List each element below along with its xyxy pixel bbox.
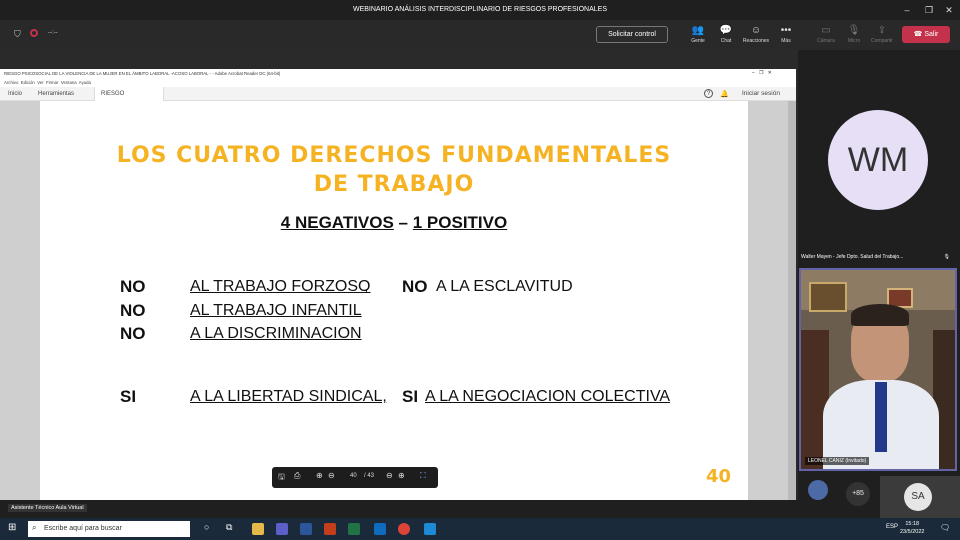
chat-button[interactable]: 💬 Chat bbox=[710, 24, 742, 44]
menu-ventana[interactable]: Ventana bbox=[61, 80, 77, 85]
menu-edicion[interactable]: Edición bbox=[21, 80, 35, 85]
slide-subtitle: 4 NEGATIVOS – 1 POSITIVO bbox=[280, 213, 508, 232]
word-icon[interactable] bbox=[300, 523, 312, 535]
slide-number: 40 bbox=[706, 466, 732, 487]
more-participants-badge[interactable]: +85 bbox=[846, 482, 870, 506]
mic-off-icon: 🎙 bbox=[943, 254, 950, 260]
participant-tile: SA bbox=[880, 476, 960, 518]
assistant-label: Asistente Técnico Aula Virtual bbox=[8, 504, 87, 512]
minimize-icon[interactable]: – bbox=[896, 0, 918, 20]
windows-start-icon[interactable]: ⊞ bbox=[8, 522, 16, 533]
prev-page-icon[interactable]: ⊕ bbox=[316, 471, 323, 480]
menu-ayuda[interactable]: Ayuda bbox=[79, 80, 91, 85]
notification-icon[interactable]: 🗨 bbox=[940, 523, 950, 532]
page-total: / 43 bbox=[364, 473, 375, 479]
pdf-floating-toolbar: 🖫 ⎙ ⊕ ⊖ 40 / 43 ⊖ ⊕ ⛶ bbox=[272, 467, 438, 488]
slide-title: LOS CUATRO DERECHOS FUNDAMENTALES DE TRA… bbox=[116, 143, 672, 197]
meeting-timer: --:-- bbox=[48, 30, 58, 36]
row-text: AL TRABAJO INFANTIL bbox=[190, 302, 362, 319]
windows-taskbar: ⊞ Escribe aquí para buscar ⌕ ○ ⧉ ESP 15:… bbox=[0, 518, 960, 540]
acrobat-title: RIESGO PSICOSOCIAL DE LA VIOLENCIA DE LA… bbox=[0, 69, 796, 78]
file-explorer-icon[interactable] bbox=[252, 523, 264, 535]
teams-icon[interactable] bbox=[276, 523, 288, 535]
row-text: A LA ESCLAVITUD bbox=[436, 278, 573, 295]
chrome-icon[interactable] bbox=[398, 523, 410, 535]
task-view-icon[interactable]: ⧉ bbox=[226, 522, 232, 533]
next-page-icon[interactable]: ⊖ bbox=[328, 471, 335, 480]
outlook-icon[interactable] bbox=[374, 523, 386, 535]
signin-link[interactable]: Iniciar sesión bbox=[742, 87, 780, 101]
row-keyword: NO bbox=[120, 301, 146, 320]
search-icon: ⌕ bbox=[32, 523, 37, 532]
menu-ver[interactable]: Ver bbox=[37, 80, 43, 85]
avatar: WM bbox=[828, 110, 928, 210]
person-tie bbox=[875, 382, 887, 452]
document-area: LOS CUATRO DERECHOS FUNDAMENTALES DE TRA… bbox=[0, 101, 796, 502]
zoom-in-icon[interactable]: ⊕ bbox=[398, 471, 405, 480]
scrollbar[interactable] bbox=[788, 101, 796, 502]
save-icon[interactable]: 🖫 bbox=[278, 471, 285, 485]
acrobat-window-controls[interactable]: – ❐ ✕ bbox=[752, 70, 772, 76]
window-title: WEBINARIO ANÁLISIS INTERDISCIPLINARIO DE… bbox=[352, 6, 607, 13]
speaker-label: Walter Mayen - Jefe Dpto. Salud del Trab… bbox=[801, 254, 950, 260]
row-text: A LA DISCRIMINACION bbox=[190, 325, 362, 342]
cortana-icon[interactable]: ○ bbox=[204, 522, 209, 532]
row-keyword: SI bbox=[120, 387, 137, 406]
app-icon[interactable] bbox=[424, 523, 436, 535]
language-indicator[interactable]: ESP bbox=[886, 524, 898, 530]
clock[interactable]: 15:18 23/5/2022 bbox=[900, 520, 924, 536]
bell-icon[interactable]: 🔔 bbox=[720, 90, 729, 98]
row-keyword: NO bbox=[120, 277, 146, 296]
participant-video[interactable]: LEONEL CANIZ (Invitado) bbox=[799, 268, 957, 471]
page-input[interactable]: 40 bbox=[350, 473, 357, 479]
assistant-bar: Asistente Técnico Aula Virtual bbox=[0, 500, 798, 518]
row-text: AL TRABAJO FORZOSO bbox=[190, 278, 371, 295]
avatar: SA bbox=[904, 483, 932, 511]
tab-document[interactable]: RIESGO PSICOSOC... × bbox=[94, 87, 164, 111]
row-keyword: NO bbox=[402, 277, 428, 296]
print-icon[interactable]: ⎙ bbox=[294, 471, 300, 481]
close-icon[interactable]: ✕ bbox=[938, 0, 960, 20]
reactions-icon: ☺ bbox=[750, 25, 762, 36]
acrobat-tabs: Inicio Herramientas RIESGO PSICOSOC... ×… bbox=[0, 87, 796, 111]
leave-button[interactable]: ☎ Salir bbox=[902, 26, 950, 43]
acrobat-menu: Archivo Edición Ver Firmar Ventana Ayuda bbox=[0, 78, 796, 87]
chat-icon: 💬 bbox=[719, 25, 733, 36]
row-keyword: SI bbox=[402, 387, 419, 406]
acrobat-window: RIESGO PSICOSOCIAL DE LA VIOLENCIA DE LA… bbox=[0, 69, 796, 502]
request-control-button[interactable]: Solicitar control bbox=[596, 26, 668, 43]
excel-icon[interactable] bbox=[348, 523, 360, 535]
painting bbox=[809, 282, 847, 312]
meeting-toolbar: ⛉ --:-- 👥 Gente 💬 Chat ☺ Reacciones ••• Más … bbox=[0, 20, 960, 50]
help-icon[interactable]: ? bbox=[704, 89, 713, 98]
fit-page-icon[interactable]: ⛶ bbox=[420, 471, 426, 481]
menu-firmar[interactable]: Firmar bbox=[46, 80, 58, 85]
reactions-button[interactable]: ☺ Reacciones bbox=[740, 24, 772, 44]
row-keyword: NO bbox=[120, 324, 146, 343]
more-icon: ••• bbox=[780, 25, 792, 36]
video-name-label: LEONEL CANIZ (Invitado) bbox=[805, 457, 870, 465]
tab-inicio[interactable]: Inicio bbox=[2, 87, 28, 101]
tab-herramientas[interactable]: Herramientas bbox=[32, 87, 80, 101]
person-hair bbox=[851, 304, 909, 326]
window-title-bar: WEBINARIO ANÁLISIS INTERDISCIPLINARIO DE… bbox=[0, 0, 960, 20]
row-text: A LA LIBERTAD SINDICAL, bbox=[190, 388, 387, 405]
search-input[interactable]: Escribe aquí para buscar bbox=[28, 521, 190, 537]
row-text: A LA NEGOCIACION COLECTIVA bbox=[425, 388, 671, 405]
slide-page: LOS CUATRO DERECHOS FUNDAMENTALES DE TRA… bbox=[40, 101, 748, 502]
more-button[interactable]: ••• Más bbox=[770, 24, 802, 44]
powerpoint-icon[interactable] bbox=[324, 523, 336, 535]
menu-archivo[interactable]: Archivo bbox=[4, 80, 18, 85]
maximize-icon[interactable]: ❐ bbox=[918, 0, 940, 20]
share-button[interactable]: ⇪ Compartir bbox=[866, 24, 898, 44]
share-icon: ⇪ bbox=[877, 25, 887, 36]
zoom-out-icon[interactable]: ⊖ bbox=[386, 471, 393, 480]
participant-avatar bbox=[808, 480, 828, 500]
shield-icon: ⛉ bbox=[14, 29, 21, 39]
record-icon bbox=[30, 29, 38, 37]
